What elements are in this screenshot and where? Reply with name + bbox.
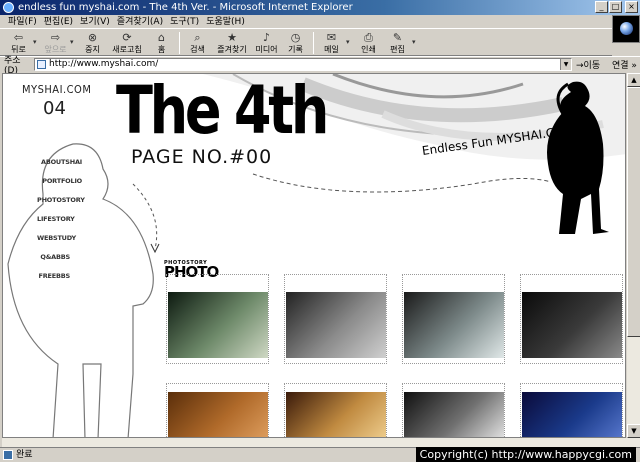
status-text: 완료	[16, 450, 33, 460]
photo-thumbnail[interactable]	[284, 274, 387, 364]
forward-button[interactable]: ⇨ 앞으로	[41, 30, 70, 55]
mail-icon: ✉	[326, 31, 337, 44]
photo-image	[286, 292, 386, 358]
nav-portfolio[interactable]: PORTFOLIO	[37, 177, 82, 196]
menu-file[interactable]: 파일(F)	[6, 15, 42, 28]
menu-edit[interactable]: 편집(E)	[42, 15, 78, 28]
home-button[interactable]: ⌂ 홈	[147, 30, 176, 55]
edit-dropdown-arrow[interactable]: ▾	[412, 30, 420, 55]
address-url: http://www.myshai.com/	[49, 59, 159, 69]
favorites-icon: ★	[227, 31, 237, 44]
back-dropdown-arrow[interactable]: ▾	[33, 30, 41, 55]
mail-button[interactable]: ✉ 메일	[317, 30, 346, 55]
menu-tools[interactable]: 도구(T)	[168, 15, 204, 28]
home-icon: ⌂	[158, 31, 165, 44]
photo-image	[404, 292, 504, 358]
history-button[interactable]: ◷ 기록	[281, 30, 310, 55]
mail-dropdown-arrow[interactable]: ▾	[346, 30, 354, 55]
print-button[interactable]: ⎙ 인쇄	[354, 30, 383, 55]
stop-icon: ⊗	[87, 31, 98, 44]
issue-number: 04	[43, 98, 66, 119]
photo-image	[168, 292, 268, 358]
forward-arrow-icon: ⇨	[50, 31, 61, 44]
copyright-watermark: Copyright(c) http://www.happycgi.com	[415, 447, 636, 462]
site-name: MYSHAI.COM	[22, 83, 92, 96]
address-dropdown-icon[interactable]: ▼	[560, 59, 571, 70]
links-button[interactable]: 연결	[612, 58, 637, 71]
nav-free-bbs[interactable]: FREEBBS	[37, 272, 70, 291]
photo-thumbnail[interactable]	[166, 383, 269, 437]
page-number: PAGE NO.#00	[131, 146, 273, 168]
scroll-thumb[interactable]	[627, 87, 640, 337]
menu-help[interactable]: 도움말(H)	[204, 15, 250, 28]
browser-window: endless fun myshai.com - The 4th Ver. - …	[0, 0, 640, 462]
page-icon	[37, 60, 46, 69]
edit-icon: ✎	[392, 31, 403, 44]
close-button[interactable]: ×	[625, 1, 638, 13]
favorites-button[interactable]: ★ 즐겨찾기	[212, 30, 252, 55]
address-bar: 주소(D) http://www.myshai.com/ ▼ →이동 연결	[0, 56, 640, 76]
window-title: endless fun myshai.com - The 4th Ver. - …	[18, 2, 353, 13]
refresh-icon: ⟳	[122, 31, 132, 44]
search-icon: ⌕	[194, 31, 201, 44]
nav-about-shai[interactable]: ABOUTSHAI	[37, 158, 82, 177]
scroll-up-arrow-icon[interactable]: ▲	[627, 73, 640, 87]
nav-photostory[interactable]: PHOTOSTORY	[37, 196, 85, 215]
menu-favorites[interactable]: 즐겨찾기(A)	[115, 15, 168, 28]
menu-view[interactable]: 보기(V)	[78, 15, 115, 28]
vertical-scrollbar[interactable]: ▲ ▼	[626, 73, 640, 438]
photo-thumbnail[interactable]	[402, 274, 505, 364]
edit-button[interactable]: ✎ 편집	[383, 30, 412, 55]
photo-image	[286, 392, 386, 437]
horizontal-scrollbar[interactable]	[2, 438, 640, 447]
toolbar-separator	[313, 32, 314, 54]
headline-title: The 4th	[116, 73, 329, 149]
page-done-icon	[3, 450, 13, 460]
photo-thumbnail[interactable]	[520, 383, 623, 437]
site-nav: ABOUTSHAI PORTFOLIO PHOTOSTORY LIFESTORY…	[37, 158, 85, 291]
photo-thumbnail[interactable]	[402, 383, 505, 437]
page-viewport: MYSHAI.COM 04 The 4th PAGE NO.#00 Endles…	[2, 73, 626, 438]
nav-qa-bbs[interactable]: Q&ABBS	[37, 253, 70, 272]
refresh-button[interactable]: ⟳ 새로고침	[107, 30, 147, 55]
toolbar-separator	[179, 32, 180, 54]
back-arrow-icon: ⇦	[13, 31, 24, 44]
scroll-down-arrow-icon[interactable]: ▼	[627, 424, 640, 438]
photo-thumbnail[interactable]	[166, 274, 269, 364]
ie-logo-icon	[3, 2, 14, 13]
photo-image	[168, 392, 268, 437]
print-icon: ⎙	[364, 31, 373, 44]
photo-image	[522, 292, 622, 358]
address-input[interactable]: http://www.myshai.com/ ▼	[34, 58, 572, 71]
windows-throbber-icon	[612, 15, 640, 43]
maximize-button[interactable]: □	[609, 1, 622, 13]
stop-button[interactable]: ⊗ 중지	[78, 30, 107, 55]
standard-toolbar: ⇦ 뒤로 ▾ ⇨ 앞으로 ▾ ⊗ 중지 ⟳ 새로고침 ⌂ 홈 ⌕ 검색 ★ 즐겨찾기 ♪ 미디어…	[0, 30, 612, 56]
back-button[interactable]: ⇦ 뒤로	[4, 30, 33, 55]
photo-thumbnail[interactable]	[520, 274, 623, 364]
minimize-button[interactable]: _	[595, 1, 608, 13]
menu-bar: 파일(F) 편집(E) 보기(V) 즐겨찾기(A) 도구(T) 도움말(H)	[0, 15, 640, 29]
photo-image	[522, 392, 622, 437]
go-button[interactable]: →이동	[576, 58, 610, 71]
photo-thumbnail[interactable]	[284, 383, 387, 437]
forward-dropdown-arrow[interactable]: ▾	[70, 30, 78, 55]
media-button[interactable]: ♪ 미디어	[252, 30, 281, 55]
photo-image	[404, 392, 504, 437]
search-button[interactable]: ⌕ 검색	[183, 30, 212, 55]
nav-lifestory[interactable]: LIFESTORY	[37, 215, 75, 234]
nav-webstudy[interactable]: WEBSTUDY	[37, 234, 76, 253]
media-icon: ♪	[262, 31, 271, 44]
history-icon: ◷	[290, 31, 301, 44]
title-bar: endless fun myshai.com - The 4th Ver. - …	[0, 0, 640, 15]
